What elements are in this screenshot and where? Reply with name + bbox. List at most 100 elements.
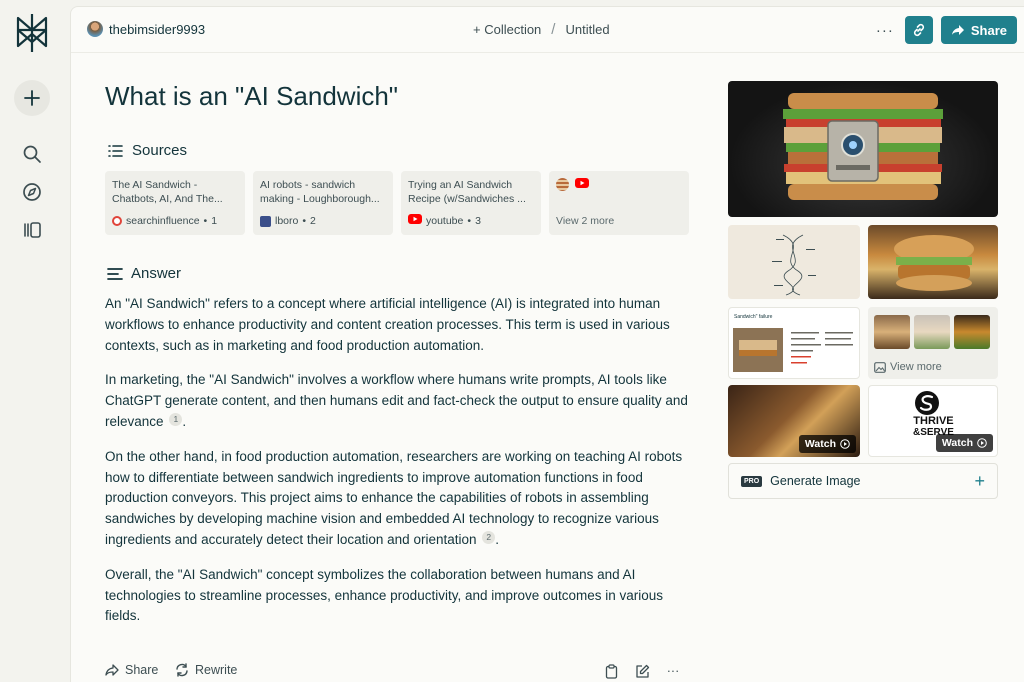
citation-badge[interactable]: 1 [169,412,183,426]
copy-link-button[interactable] [904,16,933,44]
answer-paragraph: In marketing, the "AI Sandwich" involves… [105,370,695,432]
source-number: 1 [211,215,218,227]
copy-clipboard-icon[interactable] [603,663,619,679]
rewrite-icon [176,663,188,677]
collection-button[interactable]: + Collection [473,22,541,37]
watch-button[interactable]: Watch [798,435,856,453]
sources-heading-label: Sources [132,142,188,159]
document-with-sandwich-image [733,328,853,372]
image-icon [874,361,886,373]
more-actions-label: ··· [666,664,680,678]
source-site: searchinfluence [126,215,200,227]
sources-heading: Sources [107,142,187,159]
media-thumbnail[interactable]: Sandwich" failure [728,307,860,379]
media-thumbnail[interactable] [728,225,860,299]
thumbnail-caption: Sandwich" failure [734,314,773,320]
answer-actions: Share Rewrite ··· [105,661,681,681]
youtube-icon [575,178,589,191]
perplexity-logo-icon[interactable] [12,12,52,54]
watch-button[interactable]: Watch [935,434,993,452]
library-icon[interactable] [20,218,44,242]
answer-paragraph: On the other hand, in food production au… [105,447,695,551]
view-more-sources-label: View 2 more [556,215,615,227]
source-title: The AI Sandwich - Chatbots, AI, And The.… [112,179,223,205]
play-icon [977,438,987,448]
lboro-icon [260,215,271,227]
main-panel: thebimsider9993 + Collection / Untitled … [70,6,1024,682]
discover-compass-icon[interactable] [20,180,44,204]
source-card[interactable]: Trying an AI Sandwich Recipe (w/Sandwich… [401,171,541,235]
share-label: Share [970,22,1007,38]
sandwich-thumb [874,315,910,349]
share-arrow-icon [951,25,964,35]
rewrite-button[interactable]: Rewrite [175,663,237,677]
source-number: 2 [310,215,316,227]
video-thumbnail[interactable]: THRIVE &SERVE Watch [868,385,998,457]
username: thebimsider9993 [109,21,206,37]
page-title: What is an "AI Sandwich" [105,81,399,111]
more-actions-button[interactable]: ··· [663,663,683,679]
source-dot: • [302,215,307,227]
answer-lines-icon [107,267,123,280]
user-profile[interactable]: thebimsider9993 [87,21,205,37]
main-sandwich-image[interactable] [728,81,998,217]
breadcrumb-separator: / [551,21,556,38]
source-dot: • [203,215,208,227]
answer-paragraph: An "AI Sandwich" refers to a concept whe… [105,296,670,353]
video-thumbnail[interactable]: Watch [728,385,860,457]
thread-name[interactable]: Untitled [565,22,609,37]
source-title: AI robots - sandwich making - Loughborou… [260,179,380,205]
ai-sandwich-illustration [783,93,943,200]
citation-badge[interactable]: 2 [482,530,496,544]
breadcrumb: + Collection / Untitled [473,21,610,38]
view-more-images[interactable]: View more [868,307,998,379]
paragraph-end: . [495,531,500,547]
dna-diagram-illustration [772,234,816,296]
share-answer-label: Share [125,663,159,677]
top-bar: thebimsider9993 + Collection / Untitled … [71,7,1024,53]
sandwich-favicon-icon [556,178,569,191]
link-icon [913,23,924,37]
edit-pencil-icon[interactable] [634,663,650,679]
searchinfluence-icon [112,216,122,226]
source-card[interactable]: The AI Sandwich - Chatbots, AI, And The.… [105,171,245,235]
youtube-icon [408,214,422,227]
answer-heading-label: Answer [131,265,182,282]
pro-badge: PRO [741,475,763,487]
source-title: Trying an AI Sandwich Recipe (w/Sandwich… [408,179,526,205]
thrive-line: THRIVE [913,415,954,427]
plus-icon: + [974,471,985,491]
sandwich-thumb [914,315,950,349]
sources-list: The AI Sandwich - Chatbots, AI, And The.… [105,171,689,235]
search-icon[interactable] [20,142,44,166]
paragraph-end: . [182,413,187,429]
sandwich-thumb [954,315,990,349]
left-rail [0,0,64,682]
new-thread-button[interactable] [14,80,50,116]
answer-paragraph-text: On the other hand, in food production au… [105,448,683,547]
sources-list-icon [108,144,123,157]
thrive-serve-logo-icon [915,391,939,415]
chicken-sandwich-photo [894,235,974,291]
plus-icon [24,90,40,106]
media-thumbnail[interactable] [868,225,998,299]
source-site: lboro [275,215,299,227]
view-more-label: View more [890,361,942,373]
watch-label: Watch [804,438,836,450]
rewrite-label: Rewrite [195,663,238,677]
watch-label: Watch [941,437,973,449]
source-site: youtube [426,214,464,227]
generate-image-button[interactable]: PRO Generate Image + [728,463,998,499]
source-card[interactable]: AI robots - sandwich making - Loughborou… [253,171,393,235]
answer-paragraph: Overall, the "AI Sandwich" concept symbo… [105,566,664,624]
answer-paragraph-text: In marketing, the "AI Sandwich" involves… [105,372,688,429]
source-number: 3 [475,214,481,227]
share-answer-button[interactable]: Share [105,663,158,677]
share-button[interactable]: Share [940,16,1017,44]
answer-heading: Answer [107,265,181,282]
source-dot: • [467,214,472,227]
view-more-sources-card[interactable]: View 2 more [549,171,689,235]
play-icon [840,439,850,449]
generate-image-label: Generate Image [770,474,861,488]
more-options-button[interactable]: ··· [873,22,897,39]
